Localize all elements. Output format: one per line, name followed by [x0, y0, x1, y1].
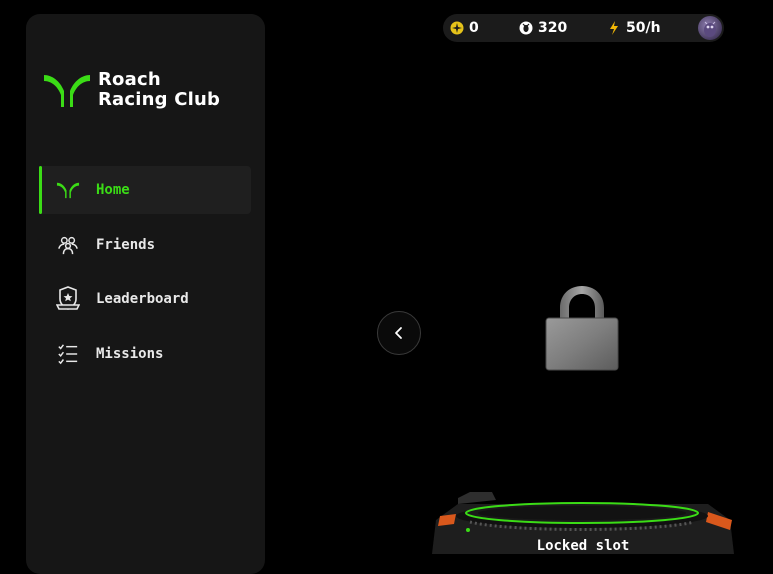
sidebar-item-missions[interactable]: Missions — [39, 330, 251, 378]
checklist-icon — [56, 342, 80, 366]
stats-bar: 0 320 50/h — [443, 14, 724, 42]
sidebar-item-label: Friends — [96, 236, 156, 253]
rate-value: 50/h — [626, 20, 661, 36]
token-stat: 0 — [450, 20, 519, 36]
previous-slot-button[interactable] — [377, 311, 421, 355]
friends-icon — [56, 233, 80, 257]
sidebar-item-leaderboard[interactable]: Leaderboard — [39, 275, 251, 323]
sidebar-item-label: Leaderboard — [96, 291, 189, 307]
roach-logo-icon — [56, 178, 80, 202]
sidebar-nav: Home Friends Leaderboard Missions — [39, 166, 251, 384]
token-value: 0 — [469, 20, 479, 36]
slot-status-label: Locked slot — [536, 538, 630, 554]
padlock-icon — [545, 286, 619, 371]
sidebar-item-friends[interactable]: Friends — [39, 221, 251, 269]
chevron-left-icon — [395, 327, 402, 339]
roach-coin-icon — [519, 21, 533, 35]
sidebar: Roach Racing Club Home Friends Leaderboa… — [26, 14, 265, 574]
brand-logo[interactable]: Roach Racing Club — [42, 70, 220, 110]
brand-name-line2: Racing Club — [98, 89, 221, 110]
leaderboard-badge-icon — [56, 286, 80, 311]
brand-name-line1: Roach — [98, 69, 161, 90]
sidebar-item-home[interactable]: Home — [39, 166, 251, 214]
brand-name: Roach Racing Club — [98, 70, 220, 110]
sidebar-item-label: Home — [96, 182, 130, 198]
roach-logo-icon — [44, 75, 90, 107]
sidebar-item-label: Missions — [96, 345, 164, 362]
rate-stat: 50/h — [607, 20, 661, 36]
token-icon — [450, 21, 464, 35]
roach-stat: 320 — [519, 20, 607, 36]
lightning-icon — [607, 21, 621, 35]
avatar[interactable] — [698, 16, 722, 40]
roach-value: 320 — [538, 20, 568, 36]
